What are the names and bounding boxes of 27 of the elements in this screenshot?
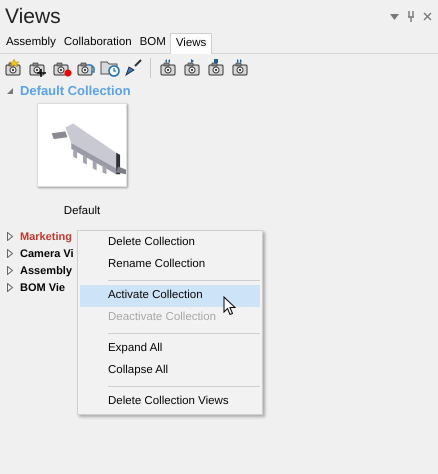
menu-item[interactable]: Activate Collection <box>80 285 260 307</box>
collection-label[interactable]: Marketing <box>20 228 72 245</box>
menu-item[interactable]: Expand All <box>80 338 260 360</box>
menu-item[interactable]: Delete Collection <box>80 232 260 254</box>
view-label: Default <box>64 204 100 219</box>
mouse-cursor-icon <box>223 296 236 316</box>
collapse-icon[interactable] <box>6 87 14 95</box>
collection-label[interactable]: Assembly <box>20 262 72 279</box>
expand-icon[interactable] <box>6 232 14 242</box>
expand-icon[interactable] <box>6 283 14 292</box>
expand-icon[interactable] <box>6 266 14 276</box>
tab[interactable]: Views <box>170 33 212 54</box>
collection-label[interactable]: Camera Vi <box>20 246 74 262</box>
tab[interactable]: Collaboration <box>60 33 136 53</box>
panel-title: Views <box>5 4 61 30</box>
menu-item[interactable]: Collapse All <box>80 360 260 382</box>
menu-item[interactable]: Delete Collection Views <box>80 391 260 413</box>
expand-icon[interactable] <box>6 249 14 258</box>
tab[interactable]: BOM <box>136 33 170 53</box>
dropdown-icon[interactable] <box>390 14 399 20</box>
folder-clock-icon[interactable] <box>100 59 120 77</box>
tab[interactable]: Assembly <box>2 33 60 53</box>
pin-icon[interactable] <box>407 11 415 22</box>
brush-icon[interactable] <box>124 59 142 77</box>
collection-label[interactable]: BOM Vie <box>20 280 66 296</box>
close-icon[interactable] <box>423 12 432 21</box>
menu-item[interactable]: Rename Collection <box>80 254 260 276</box>
